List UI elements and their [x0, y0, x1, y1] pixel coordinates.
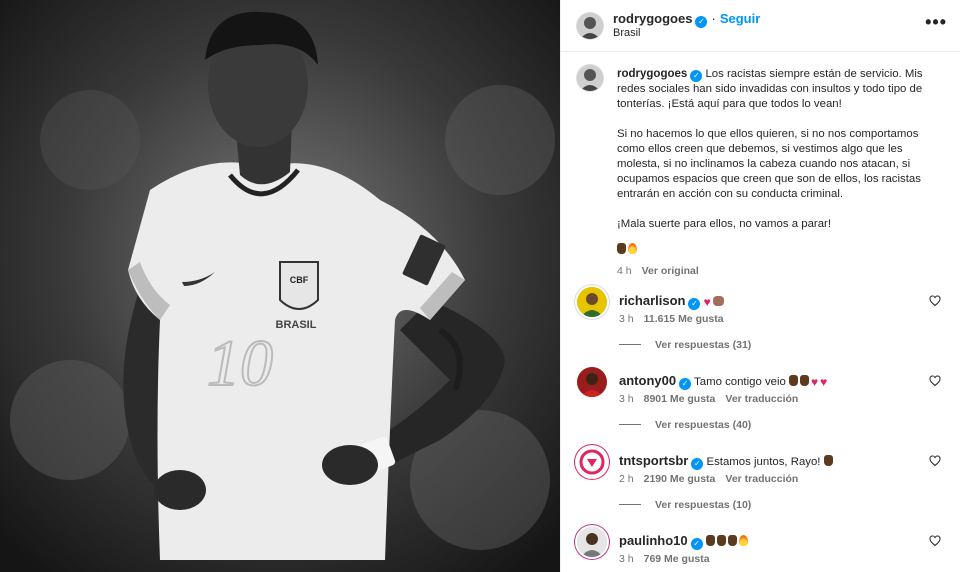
- post-side-panel: rodrygogoes ✓ · Seguir Brasil ••• rodrygogo…: [560, 0, 960, 572]
- view-replies-button[interactable]: Ver respuestas (10): [619, 499, 751, 511]
- commenter-avatar[interactable]: [577, 287, 607, 317]
- raised-fist-emoji-icon: [716, 535, 726, 546]
- verified-badge-icon: ✓: [690, 70, 703, 82]
- raised-fist-emoji-icon: [800, 375, 810, 386]
- commenter-username[interactable]: richarlison: [619, 293, 685, 308]
- caption-username[interactable]: rodrygogoes: [617, 68, 687, 80]
- comment-time[interactable]: 2 h: [619, 473, 634, 485]
- comment-item: tntsportsbr ✓ Estamos juntos, Rayo! 2 h 21…: [577, 447, 947, 517]
- view-replies-label: Ver respuestas (10): [655, 499, 752, 511]
- verified-badge-icon: ✓: [695, 16, 708, 28]
- commenter-username[interactable]: antony00: [619, 373, 676, 388]
- caption-paragraph-3: ¡Mala suerte para ellos, no vamos a para…: [617, 218, 831, 230]
- comment-time[interactable]: 3 h: [619, 553, 634, 565]
- see-translation-link[interactable]: Ver traducción: [725, 473, 798, 485]
- comment-meta: 3 h 8901 Me gusta Ver traducción: [619, 393, 808, 405]
- fire-emoji-icon: [738, 535, 748, 546]
- comment-time[interactable]: 3 h: [619, 393, 634, 405]
- crest-text: CBF: [290, 275, 309, 285]
- caption-meta: 4 h Ver original: [617, 264, 947, 279]
- shirt-text: BRASIL: [276, 319, 317, 331]
- replies-line: [619, 424, 641, 425]
- comment-meta: 2 h 2190 Me gusta Ver traducción: [619, 473, 808, 485]
- comment-meta: 3 h 11.615 Me gusta: [619, 313, 734, 325]
- raised-fist-emoji-icon: [705, 535, 715, 546]
- shirt-number: 10: [207, 327, 273, 400]
- like-heart-icon[interactable]: [929, 375, 941, 387]
- view-replies-label: Ver respuestas (40): [655, 419, 752, 431]
- comment-time[interactable]: 3 h: [619, 313, 634, 325]
- post-location[interactable]: Brasil: [613, 27, 641, 39]
- commenter-avatar[interactable]: [577, 447, 607, 477]
- post-caption: rodrygogoes ✓ Los racistas siempre están …: [617, 67, 947, 279]
- verified-badge-icon: ✓: [691, 458, 704, 470]
- comment-item: antony00 ✓ Tamo contigo veio ♥ ♥ 3 h 8901 M…: [577, 367, 947, 437]
- see-original-link[interactable]: Ver original: [642, 265, 699, 277]
- player-photo: CBF BRASIL 10: [0, 0, 560, 572]
- comment-body: tntsportsbr ✓ Estamos juntos, Rayo!: [619, 453, 919, 470]
- comment-meta: 3 h 769 Me gusta: [619, 553, 720, 565]
- caption-paragraph-2: Si no hacemos lo que ellos quieren, si n…: [617, 128, 921, 200]
- fist-bump-emoji-icon: [712, 296, 724, 306]
- raised-fist-emoji-icon: [789, 375, 799, 386]
- comment-likes[interactable]: 769 Me gusta: [644, 553, 710, 565]
- commenter-avatar[interactable]: [577, 527, 607, 557]
- commenter-username[interactable]: paulinho10: [619, 533, 688, 548]
- comment-body: richarlison ✓ ♥: [619, 293, 919, 310]
- replies-line: [619, 344, 641, 345]
- comment-likes[interactable]: 8901 Me gusta: [644, 393, 716, 405]
- commenter-username[interactable]: tntsportsbr: [619, 453, 688, 468]
- comment-item: richarlison ✓ ♥ 3 h 11.615 Me gusta Ver re…: [577, 287, 947, 357]
- separator-dot: ·: [711, 11, 716, 26]
- caption-emojis: [617, 243, 947, 258]
- see-translation-link[interactable]: Ver traducción: [725, 393, 798, 405]
- post-image[interactable]: CBF BRASIL 10: [0, 0, 560, 572]
- caption-avatar[interactable]: [577, 65, 603, 91]
- commenter-avatar[interactable]: [577, 367, 607, 397]
- comment-body: paulinho10 ✓: [619, 533, 919, 550]
- comment-item: paulinho10 ✓ 3 h 769 Me gusta: [577, 527, 947, 572]
- red-heart-emoji-icon: ♥: [811, 375, 819, 389]
- view-replies-label: Ver respuestas (31): [655, 339, 752, 351]
- raised-fist-emoji-icon: [727, 535, 737, 546]
- post-header: rodrygogoes ✓ · Seguir Brasil •••: [561, 0, 960, 52]
- follow-button[interactable]: Seguir: [720, 11, 760, 26]
- comment-likes[interactable]: 2190 Me gusta: [644, 473, 716, 485]
- verified-badge-icon: ✓: [679, 378, 692, 390]
- comment-likes[interactable]: 11.615 Me gusta: [644, 313, 724, 325]
- view-replies-button[interactable]: Ver respuestas (31): [619, 339, 751, 351]
- comment-text: Estamos juntos, Rayo!: [706, 456, 821, 468]
- author-username[interactable]: rodrygogoes: [613, 11, 692, 26]
- replies-line: [619, 504, 641, 505]
- red-heart-emoji-icon: ♥: [703, 295, 711, 309]
- raised-fist-emoji-icon: [823, 455, 833, 466]
- like-heart-icon[interactable]: [929, 455, 941, 467]
- raised-fist-emoji-icon: [617, 243, 626, 254]
- author-avatar[interactable]: [577, 13, 603, 39]
- red-heart-emoji-icon: ♥: [820, 375, 828, 389]
- caption-time[interactable]: 4 h: [617, 265, 632, 277]
- verified-badge-icon: ✓: [688, 298, 701, 310]
- fire-emoji-icon: [628, 243, 637, 254]
- verified-badge-icon: ✓: [690, 538, 703, 550]
- comment-text: Tamo contigo veio: [694, 376, 786, 388]
- like-heart-icon[interactable]: [929, 295, 941, 307]
- view-replies-button[interactable]: Ver respuestas (40): [619, 419, 751, 431]
- more-options-icon[interactable]: •••: [925, 12, 947, 33]
- like-heart-icon[interactable]: [929, 535, 941, 547]
- comment-body: antony00 ✓ Tamo contigo veio ♥ ♥: [619, 373, 919, 390]
